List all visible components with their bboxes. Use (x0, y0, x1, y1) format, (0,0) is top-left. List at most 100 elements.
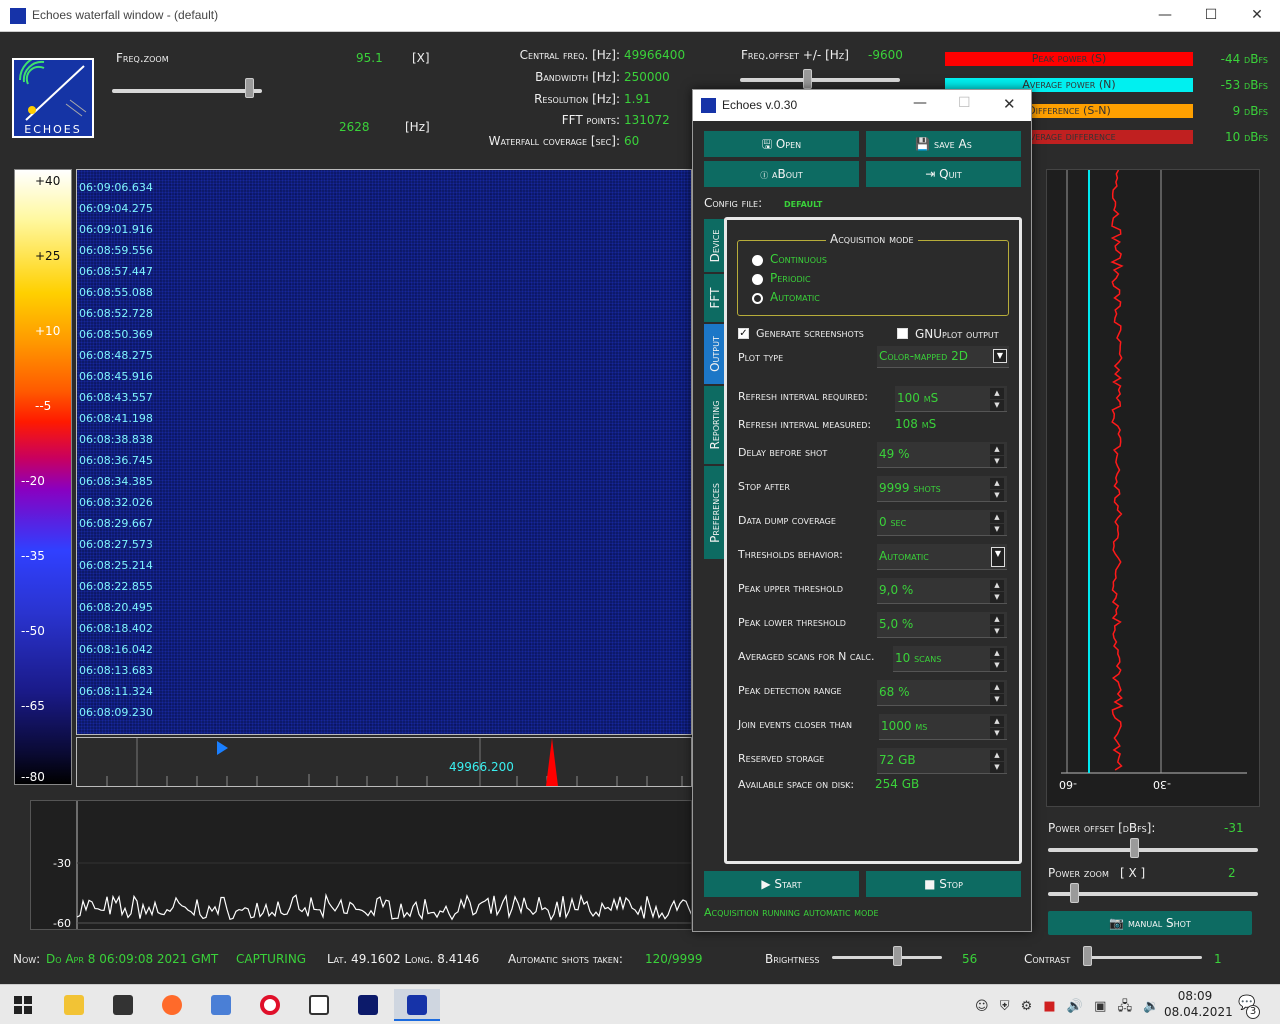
stop-button[interactable]: ■ Stop (866, 871, 1021, 897)
spectrum-trace (76, 801, 691, 929)
setting-spinbox[interactable]: 1000 ms ▲ ▼ (879, 714, 1007, 740)
store-icon[interactable] (100, 989, 146, 1021)
periodic-radio[interactable] (752, 274, 763, 285)
gnuplot-output-checkbox[interactable] (897, 328, 908, 339)
power-offset-slider[interactable] (1048, 848, 1258, 852)
spin-up-icon[interactable]: ▲ (990, 614, 1004, 625)
power-offset-slider-thumb[interactable] (1130, 838, 1139, 858)
setting-spinbox[interactable]: 9,0 % ▲ ▼ (877, 578, 1007, 604)
spin-down-icon[interactable]: ▼ (990, 524, 1004, 535)
clock-time[interactable]: 08:09 (1170, 989, 1220, 1003)
volume-icon[interactable]: 🔉 (1143, 999, 1159, 1014)
brightness-slider[interactable] (832, 956, 942, 959)
dialog-minimize-button[interactable]: — (913, 95, 927, 111)
spin-down-icon[interactable]: ▼ (990, 694, 1004, 705)
tab-output[interactable]: Output (704, 324, 725, 384)
start-menu-icon[interactable] (0, 989, 46, 1021)
echoes-taskbar-icon[interactable] (394, 989, 440, 1021)
file-explorer-icon[interactable] (51, 989, 97, 1021)
tab-reporting[interactable]: Reporting (704, 386, 725, 464)
spin-down-icon[interactable]: ▼ (990, 660, 1004, 671)
automatic-radio[interactable] (752, 293, 763, 304)
power-zoom-slider-thumb[interactable] (1070, 883, 1079, 903)
central-freq-label: Central freq. [Hz]: (519, 48, 620, 62)
app-tray-icon[interactable]: ■ (1043, 999, 1055, 1014)
setting-spinbox[interactable]: 0 sec ▲ ▼ (877, 510, 1007, 536)
setting-spinbox[interactable]: 5,0 % ▲ ▼ (877, 612, 1007, 638)
freq-offset-slider-thumb[interactable] (803, 69, 812, 89)
spin-down-icon[interactable]: ▼ (990, 762, 1004, 773)
spin-up-icon[interactable]: ▲ (990, 716, 1004, 727)
timestamp-label: 06:08:43.557 (79, 391, 153, 404)
spin-down-icon[interactable]: ▼ (990, 490, 1004, 501)
plot-type-combo[interactable]: Color-mapped 2D ▼ (877, 346, 1009, 368)
opera-icon[interactable] (247, 989, 293, 1021)
dialog-close-button[interactable]: ✕ (1003, 95, 1016, 113)
chevron-down-icon[interactable]: ▼ (993, 349, 1007, 363)
continuous-radio[interactable] (752, 255, 763, 266)
power-plot: -60 -30 (1046, 169, 1260, 807)
average-difference-value: 10 dBfs (1224, 130, 1268, 144)
dialog-maximize-button[interactable]: ☐ (958, 95, 971, 111)
tray-icons[interactable]: ☺ ⛨ ⚙ ■ 🔊 ▣ 🖧 🔉 (975, 997, 1159, 1019)
generate-screenshots-checkbox[interactable]: ✓ (738, 328, 749, 339)
vpn-icon[interactable]: ⚙ (1021, 999, 1033, 1014)
freq-offset-slider[interactable] (740, 78, 900, 82)
about-button[interactable]: ⓘ aBout (704, 161, 859, 187)
spin-down-icon[interactable]: ▼ (990, 626, 1004, 637)
spin-down-icon[interactable]: ▼ (990, 592, 1004, 603)
minimize-button[interactable]: — (1142, 0, 1188, 31)
window-manager-icon[interactable] (296, 989, 342, 1021)
spin-up-icon[interactable]: ▲ (990, 444, 1004, 455)
spin-up-icon[interactable]: ▲ (990, 580, 1004, 591)
shield-icon[interactable]: ⛨ (1000, 999, 1010, 1014)
setting-spinbox[interactable]: 10 scans ▲ ▼ (893, 646, 1007, 672)
bandwidth-label: Bandwidth [Hz]: (535, 70, 620, 84)
setting-spinbox[interactable]: 72 GB ▲ ▼ (877, 748, 1007, 774)
maximize-button[interactable]: ☐ (1188, 0, 1234, 31)
save-as-button-label: save As (933, 137, 972, 151)
freq-zoom-slider-thumb[interactable] (245, 78, 254, 98)
monitor-icon[interactable]: ▣ (1094, 999, 1106, 1014)
people-icon[interactable]: ☺ (975, 999, 989, 1014)
thresholds-combo[interactable]: Automatic ▼ (877, 544, 1007, 570)
manual-shot-button[interactable]: 📷 manual Shot (1048, 911, 1252, 935)
quit-button[interactable]: ⇥ Quit (866, 161, 1021, 187)
spin-up-icon[interactable]: ▲ (990, 682, 1004, 693)
brightness-slider-thumb[interactable] (893, 946, 902, 966)
start-button[interactable]: ▶ Start (704, 871, 859, 897)
open-button[interactable]: 🖫 Open (704, 131, 859, 157)
spin-up-icon[interactable]: ▲ (990, 750, 1004, 761)
spin-down-icon[interactable]: ▼ (990, 728, 1004, 739)
spin-down-icon[interactable]: ▼ (990, 456, 1004, 467)
save-as-button[interactable]: 💾 save As (866, 131, 1021, 157)
frequency-axis[interactable]: 49966.200 (76, 737, 692, 787)
setting-label: Stop after (738, 480, 790, 493)
contrast-slider-thumb[interactable] (1083, 946, 1092, 966)
speaker-icon[interactable]: 🔊 (1067, 999, 1083, 1014)
clock-date[interactable]: 08.04.2021 (1164, 1005, 1233, 1019)
spin-up-icon[interactable]: ▲ (990, 512, 1004, 523)
firefox-icon[interactable] (149, 989, 195, 1021)
tab-preferences[interactable]: Preferences (704, 466, 725, 559)
power-zoom-slider[interactable] (1048, 892, 1258, 896)
waterfall-display[interactable]: 06:09:06.634 06:09:04.275 06:09:01.916 06:0… (76, 169, 692, 735)
chevron-down-icon[interactable]: ▼ (991, 547, 1005, 567)
app-icon[interactable] (345, 989, 391, 1021)
spin-up-icon[interactable]: ▲ (990, 388, 1004, 399)
setting-spinbox[interactable]: 49 % ▲ ▼ (877, 442, 1007, 468)
spin-up-icon[interactable]: ▲ (990, 478, 1004, 489)
central-freq-value: 49966400 (624, 48, 686, 62)
tab-device[interactable]: Device (704, 219, 725, 272)
tab-fft[interactable]: FFT (704, 274, 725, 322)
contrast-slider[interactable] (1084, 956, 1202, 959)
setting-spinbox[interactable]: 9999 shots ▲ ▼ (877, 476, 1007, 502)
setting-spinbox[interactable]: 100 mS ▲ ▼ (895, 386, 1007, 412)
setting-spinbox[interactable]: 68 % ▲ ▼ (877, 680, 1007, 706)
close-button[interactable]: ✕ (1234, 0, 1280, 31)
freq-zoom-slider[interactable] (112, 89, 262, 93)
media-player-icon[interactable] (198, 989, 244, 1021)
network-icon[interactable]: 🖧 (1118, 999, 1133, 1014)
spin-up-icon[interactable]: ▲ (990, 648, 1004, 659)
spin-down-icon[interactable]: ▼ (990, 400, 1004, 411)
